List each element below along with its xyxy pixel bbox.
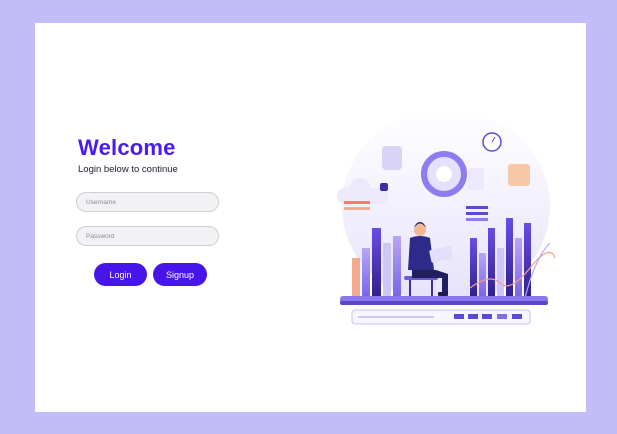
analytics-dashboard-illustration [337,108,556,325]
password-input[interactable] [76,226,219,246]
signup-button[interactable]: Signup [153,263,207,286]
login-card: Welcome Login below to continue Login Si… [35,23,586,412]
username-input[interactable] [76,192,219,212]
widget-card-icon [382,146,402,170]
widget-orange-icon [508,164,530,186]
login-subtitle: Login below to continue [78,164,178,175]
welcome-title: Welcome [78,135,176,160]
login-button[interactable]: Login [94,263,147,286]
